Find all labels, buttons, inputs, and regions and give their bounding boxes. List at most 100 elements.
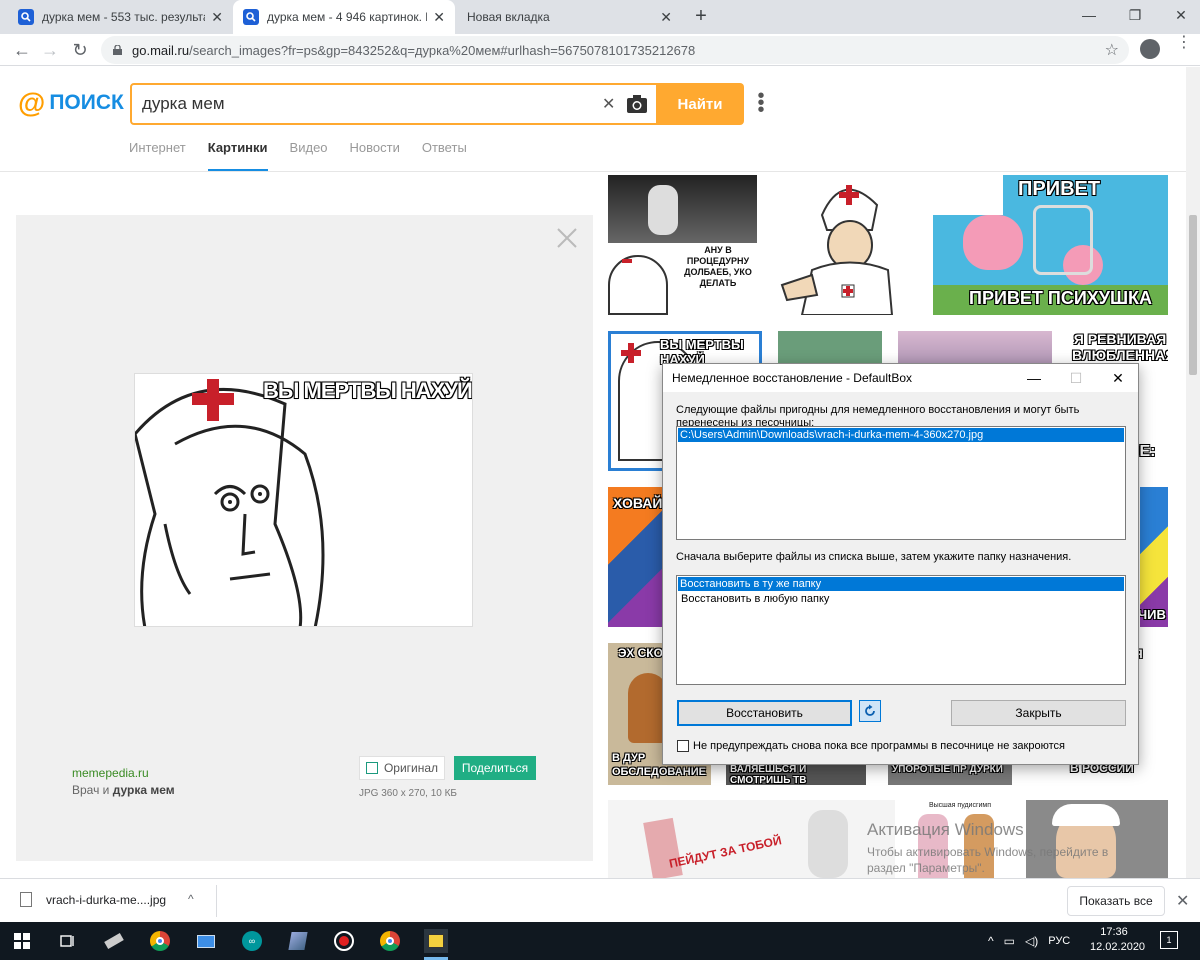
- thumbnail-13[interactable]: ЧИВ: [1140, 487, 1168, 627]
- clock[interactable]: 17:36 12.02.2020: [1090, 925, 1145, 955]
- image-description: Врач и дурка мем: [72, 783, 175, 797]
- browser-tab-1[interactable]: дурка мем - 553 тыс. результато ✕: [8, 0, 233, 34]
- dialog-close-button[interactable]: ✕: [1097, 364, 1139, 392]
- header-divider: [0, 171, 1186, 172]
- dialog-instruction: Следующие файлы пригодны для немедленног…: [676, 404, 1080, 428]
- divider: [216, 885, 217, 917]
- tray-expand-icon[interactable]: ^: [988, 934, 994, 948]
- browser-tab-2[interactable]: дурка мем - 4 946 картинок. По ✕: [233, 0, 455, 34]
- source-link[interactable]: memepedia.ru: [72, 766, 149, 780]
- thumbnail-1[interactable]: АНУ В ПРОЦЕДУРНУ ДОЛБАЕБ, УКО ДЕЛАТЬ: [608, 175, 757, 315]
- doctor-face-drawing: [135, 379, 325, 626]
- tab-title: дурка мем - 4 946 картинок. По: [267, 10, 428, 24]
- camera-icon[interactable]: [626, 94, 648, 114]
- search-input[interactable]: дурка мем: [142, 94, 225, 114]
- list-item[interactable]: C:\Users\Admin\Downloads\vrach-i-durka-m…: [678, 428, 1124, 442]
- immediate-recovery-dialog: Немедленное восстановление - DefaultBox …: [662, 363, 1139, 765]
- restore-button[interactable]: Восстановить: [677, 700, 852, 726]
- thumbnail-caption-bottom: УПОРОТЫЕ ПР ДУРКИ: [892, 764, 1003, 775]
- thumbnail-caption-top: ПРИВЕТ: [1018, 178, 1101, 200]
- url-text: go.mail.ru/search_images?fr=ps&gp=843252…: [132, 42, 696, 58]
- show-all-button[interactable]: Показать все: [1067, 886, 1165, 916]
- tab-news[interactable]: Новости: [350, 140, 400, 171]
- chevron-up-icon[interactable]: ^: [188, 892, 194, 906]
- mail-search-logo[interactable]: @ поиск: [18, 89, 124, 117]
- file-icon: [20, 892, 32, 907]
- page-scrollbar[interactable]: [1186, 67, 1200, 878]
- dialog-title-bar: Немедленное восстановление - DefaultBox …: [663, 364, 1138, 392]
- address-bar[interactable]: go.mail.ru/search_images?fr=ps&gp=843252…: [101, 36, 1129, 64]
- chrome-icon[interactable]: [148, 929, 172, 953]
- sandboxie-icon[interactable]: [424, 929, 448, 953]
- windows-activation-text: Чтобы активировать Windows, перейдите вр…: [867, 845, 1109, 875]
- list-item-any-folder[interactable]: Восстановить в любую папку: [678, 592, 1124, 606]
- dont-warn-checkbox[interactable]: Не предупреждать снова пока все программ…: [677, 740, 1065, 752]
- back-button[interactable]: ←: [10, 38, 34, 62]
- tab-close-icon[interactable]: ✕: [660, 9, 672, 26]
- dialog-hint: Сначала выберите файлы из списка выше, з…: [676, 551, 1072, 563]
- chrome-menu-icon[interactable]: ⋮: [1176, 35, 1192, 51]
- browser-tab-3[interactable]: Новая вкладка ✕: [457, 0, 682, 34]
- tools-app-icon[interactable]: [102, 929, 126, 953]
- thumbnail-caption: АНУ В ПРОЦЕДУРНУ ДОЛБАЕБ, УКО ДЕЛАТЬ: [684, 245, 752, 288]
- clear-search-icon[interactable]: ✕: [602, 94, 615, 114]
- scrollbar-thumb[interactable]: [1189, 215, 1197, 375]
- original-button[interactable]: Оригинал: [359, 756, 445, 780]
- preview-image[interactable]: ВЫ МЕРТВЫ НАХУЙ: [134, 373, 473, 627]
- bookmark-star-icon[interactable]: ☆: [1105, 40, 1119, 60]
- dialog-minimize-button[interactable]: —: [1013, 364, 1055, 392]
- close-window-button[interactable]: ✕: [1158, 0, 1200, 30]
- reload-button[interactable]: ↻: [68, 38, 92, 62]
- thumbnail-2[interactable]: [772, 175, 918, 315]
- thumbnail-caption-bottom: ПРИВЕТ ПСИХУШКА: [969, 288, 1153, 308]
- tab-close-icon[interactable]: ✕: [433, 9, 445, 26]
- tab-title: Новая вкладка: [467, 10, 550, 24]
- dialog-title: Немедленное восстановление - DefaultBox: [672, 371, 913, 385]
- image-preview-panel: ВЫ МЕРТВЫ НАХУЙ memepedia.ru Врач и дурк…: [16, 215, 593, 861]
- list-item-same-folder[interactable]: Восстановить в ту же папку: [678, 577, 1124, 591]
- destination-list[interactable]: Восстановить в ту же папку Восстановить …: [676, 575, 1126, 685]
- refresh-button[interactable]: [859, 700, 881, 722]
- search-button[interactable]: Найти: [656, 83, 744, 125]
- editor-app-icon[interactable]: [286, 929, 310, 953]
- checkbox-box[interactable]: [677, 740, 689, 752]
- more-options-icon[interactable]: • • •: [756, 86, 766, 120]
- chrome-icon[interactable]: [378, 929, 402, 953]
- thumbnail-3[interactable]: ПРИВЕТ ПРИВЕТ ПСИХУШКА: [933, 175, 1168, 315]
- windows-start-icon[interactable]: [10, 929, 34, 953]
- record-app-icon[interactable]: [332, 929, 356, 953]
- tab-images[interactable]: Картинки: [207, 140, 268, 171]
- thumbnail-caption: ЭХ СКО: [618, 646, 663, 660]
- tab-video[interactable]: Видео: [290, 140, 328, 171]
- notifications-icon[interactable]: 1: [1160, 931, 1178, 949]
- close-preview-icon[interactable]: [556, 227, 578, 249]
- thumbnail-caption: ЧИВ: [1140, 607, 1166, 622]
- thumbnail-caption: Высшая пудисгимп: [928, 802, 992, 809]
- computer-app-icon[interactable]: [194, 929, 218, 953]
- thumbnail-caption-bottom: ВАЛЯЕШЬСЯ И СМОТРИШЬ ТВ: [730, 764, 807, 785]
- recoverable-files-list[interactable]: C:\Users\Admin\Downloads\vrach-i-durka-m…: [676, 426, 1126, 540]
- volume-icon[interactable]: ◁): [1025, 934, 1038, 948]
- task-view-icon[interactable]: [56, 929, 80, 953]
- forward-button[interactable]: →: [38, 38, 62, 62]
- tab-internet[interactable]: Интернет: [129, 140, 186, 171]
- download-item[interactable]: vrach-i-durka-me....jpg: [20, 892, 166, 907]
- share-button[interactable]: Поделиться: [454, 756, 536, 780]
- tab-answers[interactable]: Ответы: [422, 140, 467, 171]
- close-button[interactable]: Закрыть: [951, 700, 1126, 726]
- tab-close-icon[interactable]: ✕: [211, 9, 223, 26]
- network-icon[interactable]: ▭: [1004, 934, 1015, 948]
- close-download-bar-icon[interactable]: ✕: [1176, 891, 1189, 911]
- windows-activation-title: Активация Windows: [867, 820, 1024, 839]
- thumbnail-8[interactable]: ХОВАЙС: [608, 487, 662, 627]
- restore-window-button[interactable]: ❐: [1112, 0, 1158, 30]
- minimize-button[interactable]: —: [1066, 0, 1112, 30]
- download-filename: vrach-i-durka-me....jpg: [46, 892, 167, 907]
- profile-avatar-icon[interactable]: [1140, 39, 1160, 59]
- thumbnail-15[interactable]: ПЕЙДУТ ЗА ТОБОЙ: [608, 800, 895, 878]
- language-indicator[interactable]: РУС: [1048, 935, 1070, 947]
- arduino-icon[interactable]: ∞: [240, 929, 264, 953]
- tab-title: дурка мем - 553 тыс. результато: [42, 10, 206, 24]
- checkbox-label: Не предупреждать снова пока все программ…: [693, 740, 1065, 752]
- new-tab-button[interactable]: +: [690, 6, 712, 28]
